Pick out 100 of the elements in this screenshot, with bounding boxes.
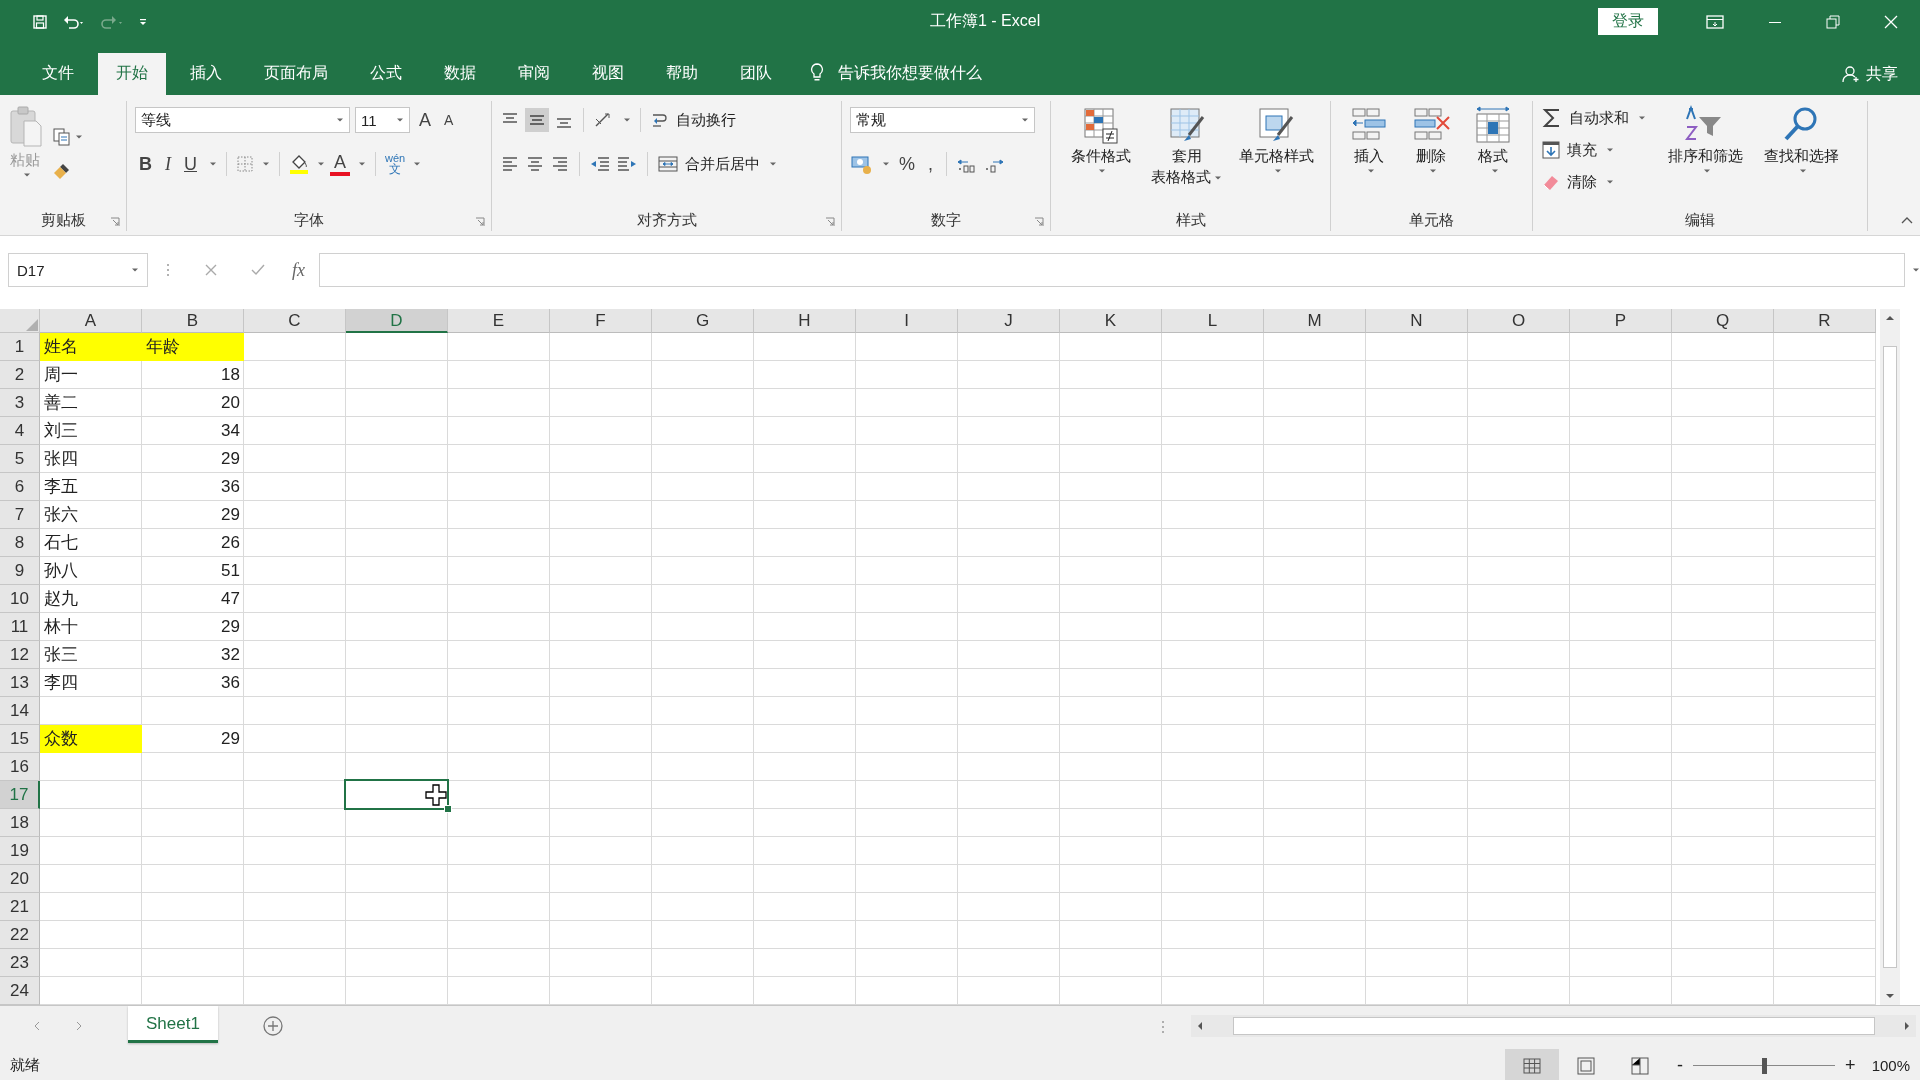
column-header[interactable]: B	[142, 309, 244, 333]
fill-handle[interactable]	[444, 805, 452, 813]
grow-font-button[interactable]: A	[415, 109, 435, 131]
caret-icon[interactable]	[1273, 168, 1282, 174]
caret-icon[interactable]	[1428, 168, 1437, 174]
percent-button[interactable]: %	[895, 153, 919, 175]
row-header[interactable]: 2	[0, 361, 40, 389]
column-header[interactable]: K	[1060, 309, 1162, 333]
font-size-field[interactable]: 11	[355, 107, 410, 133]
fill-color-icon[interactable]	[289, 153, 309, 175]
format-painter-icon[interactable]	[52, 161, 72, 181]
caret-icon[interactable]	[1606, 147, 1614, 153]
scroll-thumb[interactable]	[1232, 1017, 1875, 1035]
row-header[interactable]: 24	[0, 977, 40, 1005]
row-header[interactable]: 12	[0, 641, 40, 669]
caret-icon[interactable]	[1366, 168, 1375, 174]
sheet-tab[interactable]: Sheet1	[128, 1006, 218, 1043]
collapse-ribbon-icon[interactable]	[1900, 215, 1914, 225]
sign-in-button[interactable]: 登录	[1598, 8, 1658, 35]
row-header[interactable]: 18	[0, 809, 40, 837]
page-break-icon[interactable]	[1630, 1056, 1651, 1075]
caret-icon[interactable]	[262, 161, 270, 167]
clipboard-icon[interactable]	[8, 105, 42, 149]
slider-thumb[interactable]	[1762, 1057, 1768, 1074]
caret-icon[interactable]	[358, 161, 366, 167]
font-color-button[interactable]: A	[330, 152, 350, 176]
button-label[interactable]: 插入	[1354, 147, 1384, 166]
column-header[interactable]: R	[1774, 309, 1876, 333]
ribbon-tab[interactable]: 页面布局	[246, 53, 346, 95]
phonetic-button[interactable]: wén 文	[385, 153, 406, 175]
column-header[interactable]: P	[1570, 309, 1672, 333]
formula-input[interactable]	[319, 253, 1905, 287]
caret-icon[interactable]	[882, 161, 890, 167]
button-label[interactable]: 查找和选择	[1763, 147, 1839, 166]
middle-align-icon[interactable]	[525, 108, 549, 132]
caret-icon[interactable]	[317, 161, 325, 167]
column-header[interactable]: C	[244, 309, 346, 333]
row-header[interactable]: 4	[0, 417, 40, 445]
caret-icon[interactable]	[1214, 174, 1223, 181]
close-icon[interactable]	[1884, 14, 1898, 29]
caret-icon[interactable]	[1490, 168, 1499, 174]
copy-icon[interactable]	[52, 127, 72, 147]
ribbon-tab[interactable]: 插入	[172, 53, 240, 95]
row-header[interactable]: 14	[0, 697, 40, 725]
caret-icon[interactable]	[769, 161, 777, 167]
column-header[interactable]: J	[958, 309, 1060, 333]
scroll-thumb[interactable]	[1883, 346, 1897, 968]
button-label[interactable]: 条件格式	[1070, 147, 1131, 166]
zoom-out-button[interactable]: -	[1677, 1055, 1684, 1076]
caret-icon[interactable]	[1606, 179, 1614, 185]
scroll-down-icon[interactable]	[1884, 991, 1896, 1001]
column-header[interactable]: Q	[1672, 309, 1774, 333]
insert-function-button[interactable]: fx	[292, 259, 305, 281]
caret-icon[interactable]	[1021, 117, 1029, 123]
fill-down-icon[interactable]	[1541, 140, 1561, 160]
caret-icon[interactable]	[209, 161, 217, 167]
column-header[interactable]: D	[346, 309, 448, 333]
comma-button[interactable]: ,	[924, 153, 938, 175]
scroll-right-icon[interactable]	[1902, 1020, 1912, 1032]
button-label[interactable]: 自动求和	[1569, 108, 1629, 128]
restore-icon[interactable]	[1826, 14, 1840, 29]
caret-icon[interactable]	[1638, 115, 1646, 121]
caret-icon[interactable]	[623, 117, 631, 123]
tell-me-search[interactable]: 告诉我你想要做什么	[838, 53, 982, 95]
bold-button[interactable]: B	[135, 153, 156, 175]
ribbon-tab[interactable]: 公式	[352, 53, 420, 95]
row-header[interactable]: 20	[0, 865, 40, 893]
button-label[interactable]: 填充	[1567, 140, 1597, 160]
column-header[interactable]: M	[1264, 309, 1366, 333]
format-cells-icon[interactable]	[1473, 105, 1513, 145]
align-left-icon[interactable]	[500, 154, 520, 174]
shrink-font-button[interactable]: A	[440, 112, 458, 128]
column-header[interactable]: E	[448, 309, 550, 333]
button-label[interactable]: 排序和筛选	[1667, 147, 1743, 166]
horizontal-scrollbar[interactable]	[1191, 1015, 1916, 1037]
ribbon-tab[interactable]: 开始	[98, 53, 166, 95]
ribbon-tab[interactable]: 数据	[426, 53, 494, 95]
decrease-indent-icon[interactable]	[589, 154, 611, 174]
button-label[interactable]: 自动换行	[676, 110, 736, 130]
caret-icon[interactable]	[1798, 168, 1807, 174]
button-label[interactable]: 单元格样式	[1238, 147, 1314, 166]
ribbon-tab[interactable]: 团队	[722, 53, 790, 95]
row-header[interactable]: 23	[0, 949, 40, 977]
column-header[interactable]: G	[652, 309, 754, 333]
row-header[interactable]: 21	[0, 893, 40, 921]
share-button[interactable]: 共享	[1842, 53, 1920, 95]
row-header[interactable]: 11	[0, 613, 40, 641]
row-header[interactable]: 1	[0, 333, 40, 361]
row-header[interactable]: 17	[0, 781, 40, 809]
name-box[interactable]: D17	[8, 253, 148, 287]
column-header[interactable]: N	[1366, 309, 1468, 333]
align-right-icon[interactable]	[550, 154, 570, 174]
font-name-field[interactable]: 等线	[135, 107, 350, 133]
row-header[interactable]: 3	[0, 389, 40, 417]
caret-icon[interactable]	[336, 117, 344, 123]
align-center-icon[interactable]	[525, 154, 545, 174]
ribbon-tab[interactable]: 文件	[24, 53, 92, 95]
zoom-level[interactable]: 100%	[1865, 1057, 1920, 1074]
ribbon-tab[interactable]: 帮助	[648, 53, 716, 95]
column-header[interactable]: O	[1468, 309, 1570, 333]
